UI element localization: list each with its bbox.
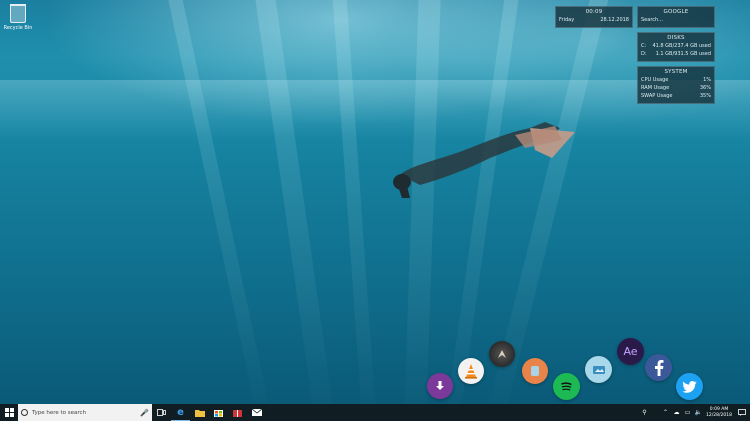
game-avatar-icon[interactable] <box>489 341 515 367</box>
image-viewer-icon[interactable] <box>585 356 612 383</box>
disk-row: D: 1.1 GB/931.5 GB used <box>638 50 714 58</box>
disk-drive: C: <box>641 43 647 49</box>
twitter-icon[interactable] <box>676 373 703 400</box>
download-icon[interactable] <box>427 373 453 399</box>
system-tray: ⚲ ⌃ ☁ ▭ 🔈 0:09 AM 12/28/2018 <box>639 404 750 421</box>
facebook-icon[interactable] <box>645 354 672 381</box>
system-label: SWAP Usage <box>641 93 673 99</box>
chevron-up-icon[interactable]: ⌃ <box>660 404 671 421</box>
system-label: CPU Usage <box>641 77 669 83</box>
system-widget: SYSTEM CPU Usage 1% RAM Usage 36% SWAP U… <box>637 66 715 104</box>
disk-usage: 1.1 GB/931.5 GB used <box>655 51 711 57</box>
taskbar-date: 12/28/2018 <box>706 412 732 418</box>
task-view-icon[interactable] <box>152 404 171 421</box>
taskbar: Type here to search 🎤 e ⚲ ⌃ ☁ ▭ 🔈 0:09 A… <box>0 404 750 421</box>
clock-widget: 00:09 Friday 28.12.2018 <box>555 6 633 28</box>
recycle-bin-icon <box>10 4 26 23</box>
action-center-icon[interactable] <box>734 404 750 421</box>
people-icon[interactable]: ⚲ <box>639 404 650 421</box>
app-orange-icon[interactable] <box>522 358 548 384</box>
windows-logo-icon <box>4 408 14 417</box>
clock-day: Friday <box>559 17 575 23</box>
system-row: RAM Usage 36% <box>638 84 714 92</box>
disk-row: C: 41.8 GB/237.4 GB used <box>638 42 714 50</box>
system-title: SYSTEM <box>664 69 688 75</box>
after-effects-label: Ae <box>623 345 638 358</box>
taskbar-search-box[interactable]: Type here to search 🎤 <box>18 404 152 421</box>
google-widget: GOOGLE Search... <box>637 6 715 28</box>
vlc-icon[interactable] <box>458 358 484 384</box>
clock-time: 00:09 <box>585 9 603 15</box>
microphone-icon[interactable]: 🎤 <box>140 409 149 417</box>
disk-usage: 41.8 GB/237.4 GB used <box>652 43 711 49</box>
system-value: 36% <box>699 85 711 91</box>
system-value: 1% <box>703 77 711 83</box>
system-row: CPU Usage 1% <box>638 76 714 84</box>
spotify-icon[interactable] <box>553 373 580 400</box>
cortana-icon <box>21 409 28 416</box>
start-button[interactable] <box>0 404 18 421</box>
system-label: RAM Usage <box>641 85 670 91</box>
search-placeholder: Type here to search <box>32 409 87 416</box>
clock-date: 28.12.2018 <box>600 17 629 23</box>
recycle-bin-shortcut[interactable]: Recycle Bin <box>3 4 33 31</box>
system-value: 35% <box>699 93 711 99</box>
gift-app-icon[interactable] <box>228 404 247 421</box>
google-title: GOOGLE <box>663 9 689 15</box>
volume-icon[interactable]: 🔈 <box>693 404 704 421</box>
mail-icon[interactable] <box>247 404 266 421</box>
google-search-input[interactable]: Search... <box>641 17 663 23</box>
network-icon[interactable]: ▭ <box>682 404 693 421</box>
disks-widget: DISKS C: 41.8 GB/237.4 GB used D: 1.1 GB… <box>637 32 715 62</box>
edge-browser-icon[interactable]: e <box>171 404 190 421</box>
disks-title: DISKS <box>667 35 685 41</box>
disk-drive: D: <box>641 51 647 57</box>
file-explorer-icon[interactable] <box>190 404 209 421</box>
cloud-icon[interactable]: ☁ <box>671 404 682 421</box>
recycle-bin-label: Recycle Bin <box>3 25 33 31</box>
after-effects-icon[interactable]: Ae <box>617 338 644 365</box>
system-row: SWAP Usage 35% <box>638 92 714 100</box>
taskbar-clock[interactable]: 0:09 AM 12/28/2018 <box>704 407 734 419</box>
store-icon[interactable] <box>209 404 228 421</box>
